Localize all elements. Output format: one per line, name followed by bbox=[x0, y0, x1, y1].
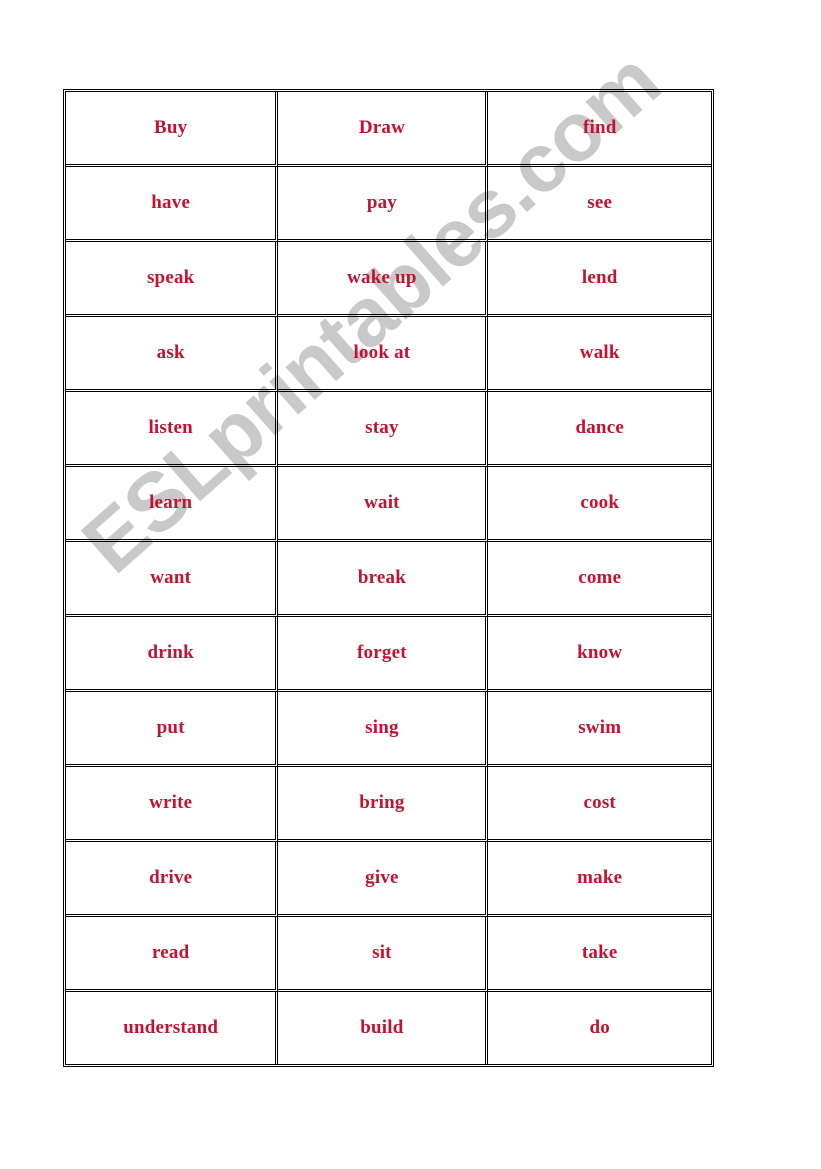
verb-card-word: drive bbox=[149, 867, 193, 888]
verb-card-cell[interactable]: learn bbox=[66, 467, 279, 542]
verb-card-word: stay bbox=[365, 417, 399, 438]
worksheet-page: ESLprintables.com Buy Draw find have pay see s… bbox=[0, 0, 821, 1169]
verb-card-word: bring bbox=[359, 792, 405, 813]
verb-card-word: put bbox=[156, 717, 185, 738]
table-row: drive give make bbox=[66, 842, 711, 917]
verb-card-cell[interactable]: build bbox=[278, 992, 489, 1064]
verb-card-cell[interactable]: listen bbox=[66, 392, 279, 467]
verb-card-word: pay bbox=[366, 192, 397, 213]
table-row: drink forget know bbox=[66, 617, 711, 692]
verb-card-word: read bbox=[151, 942, 190, 963]
table-row: read sit take bbox=[66, 917, 711, 992]
verb-card-cell[interactable]: read bbox=[66, 917, 279, 992]
table-row: write bring cost bbox=[66, 767, 711, 842]
verb-card-word: wait bbox=[364, 492, 400, 513]
verb-card-word: dance bbox=[575, 417, 624, 438]
verb-card-word: want bbox=[150, 567, 192, 588]
verb-card-word: cook bbox=[580, 492, 620, 513]
verb-card-cell[interactable]: wait bbox=[278, 467, 489, 542]
verb-card-word: listen bbox=[148, 417, 193, 438]
verb-card-word: know bbox=[577, 642, 623, 663]
verb-card-cell[interactable]: cook bbox=[488, 467, 711, 542]
verb-card-word: learn bbox=[149, 492, 193, 513]
verb-card-word: take bbox=[581, 942, 618, 963]
verb-card-cell[interactable]: write bbox=[66, 767, 279, 842]
verb-card-cell[interactable]: walk bbox=[488, 317, 711, 392]
verb-card-cell[interactable]: do bbox=[488, 992, 711, 1064]
verb-card-word: lend bbox=[581, 267, 618, 288]
verb-card-cell[interactable]: cost bbox=[488, 767, 711, 842]
table-row: ask look at walk bbox=[66, 317, 711, 392]
table-row: speak wake up lend bbox=[66, 242, 711, 317]
verb-card-word: give bbox=[365, 867, 399, 888]
verb-card-cell[interactable]: see bbox=[488, 167, 711, 242]
verb-card-cell[interactable]: bring bbox=[278, 767, 489, 842]
table-row: have pay see bbox=[66, 167, 711, 242]
verb-card-cell[interactable]: Buy bbox=[66, 92, 279, 167]
verb-card-word: Draw bbox=[358, 117, 405, 138]
verb-card-word: make bbox=[577, 867, 623, 888]
verb-card-word: wake up bbox=[347, 267, 417, 288]
verb-card-cell[interactable]: make bbox=[488, 842, 711, 917]
verb-card-word: cost bbox=[583, 792, 616, 813]
verb-card-word: see bbox=[587, 192, 613, 213]
verb-card-cell[interactable]: have bbox=[66, 167, 279, 242]
verb-card-cell[interactable]: give bbox=[278, 842, 489, 917]
verb-card-cell[interactable]: wake up bbox=[278, 242, 489, 317]
verb-card-word: walk bbox=[579, 342, 620, 363]
verb-card-word: look at bbox=[353, 342, 411, 363]
verb-card-cell[interactable]: lend bbox=[488, 242, 711, 317]
verb-card-cell[interactable]: speak bbox=[66, 242, 279, 317]
verb-card-cell[interactable]: sit bbox=[278, 917, 489, 992]
verb-cards-table: Buy Draw find have pay see speak wake up lend ask… bbox=[63, 89, 714, 1067]
verb-card-cell[interactable]: take bbox=[488, 917, 711, 992]
table-row: listen stay dance bbox=[66, 392, 711, 467]
verb-card-word: write bbox=[149, 792, 193, 813]
verb-cards-body: Buy Draw find have pay see speak wake up lend ask… bbox=[66, 92, 711, 1064]
verb-card-cell[interactable]: know bbox=[488, 617, 711, 692]
table-row: learn wait cook bbox=[66, 467, 711, 542]
verb-card-cell[interactable]: sing bbox=[278, 692, 489, 767]
verb-card-word: speak bbox=[146, 267, 195, 288]
verb-card-cell[interactable]: look at bbox=[278, 317, 489, 392]
verb-card-word: break bbox=[357, 567, 406, 588]
verb-card-word: find bbox=[582, 117, 617, 138]
verb-card-word: do bbox=[589, 1017, 610, 1038]
table-row: Buy Draw find bbox=[66, 92, 711, 167]
verb-card-cell[interactable]: dance bbox=[488, 392, 711, 467]
verb-card-cell[interactable]: want bbox=[66, 542, 279, 617]
verb-card-word: sit bbox=[372, 942, 392, 963]
verb-card-cell[interactable]: drive bbox=[66, 842, 279, 917]
verb-card-word: drink bbox=[147, 642, 194, 663]
verb-card-cell[interactable]: stay bbox=[278, 392, 489, 467]
verb-card-cell[interactable]: forget bbox=[278, 617, 489, 692]
verb-card-cell[interactable]: drink bbox=[66, 617, 279, 692]
verb-card-cell[interactable]: pay bbox=[278, 167, 489, 242]
verb-card-cell[interactable]: swim bbox=[488, 692, 711, 767]
verb-card-cell[interactable]: Draw bbox=[278, 92, 489, 167]
verb-card-cell[interactable]: come bbox=[488, 542, 711, 617]
verb-card-word: have bbox=[151, 192, 191, 213]
verb-card-cell[interactable]: put bbox=[66, 692, 279, 767]
table-row: want break come bbox=[66, 542, 711, 617]
table-row: understand build do bbox=[66, 992, 711, 1064]
verb-card-word: forget bbox=[357, 642, 407, 663]
verb-card-cell[interactable]: ask bbox=[66, 317, 279, 392]
verb-card-word: understand bbox=[123, 1017, 219, 1038]
table-row: put sing swim bbox=[66, 692, 711, 767]
verb-card-word: come bbox=[578, 567, 622, 588]
verb-card-word: Buy bbox=[154, 117, 188, 138]
verb-card-cell[interactable]: find bbox=[488, 92, 711, 167]
verb-card-word: sing bbox=[365, 717, 399, 738]
verb-card-cell[interactable]: understand bbox=[66, 992, 279, 1064]
verb-card-word: ask bbox=[156, 342, 185, 363]
verb-card-word: swim bbox=[578, 717, 622, 738]
verb-card-cell[interactable]: break bbox=[278, 542, 489, 617]
verb-card-word: build bbox=[360, 1017, 404, 1038]
